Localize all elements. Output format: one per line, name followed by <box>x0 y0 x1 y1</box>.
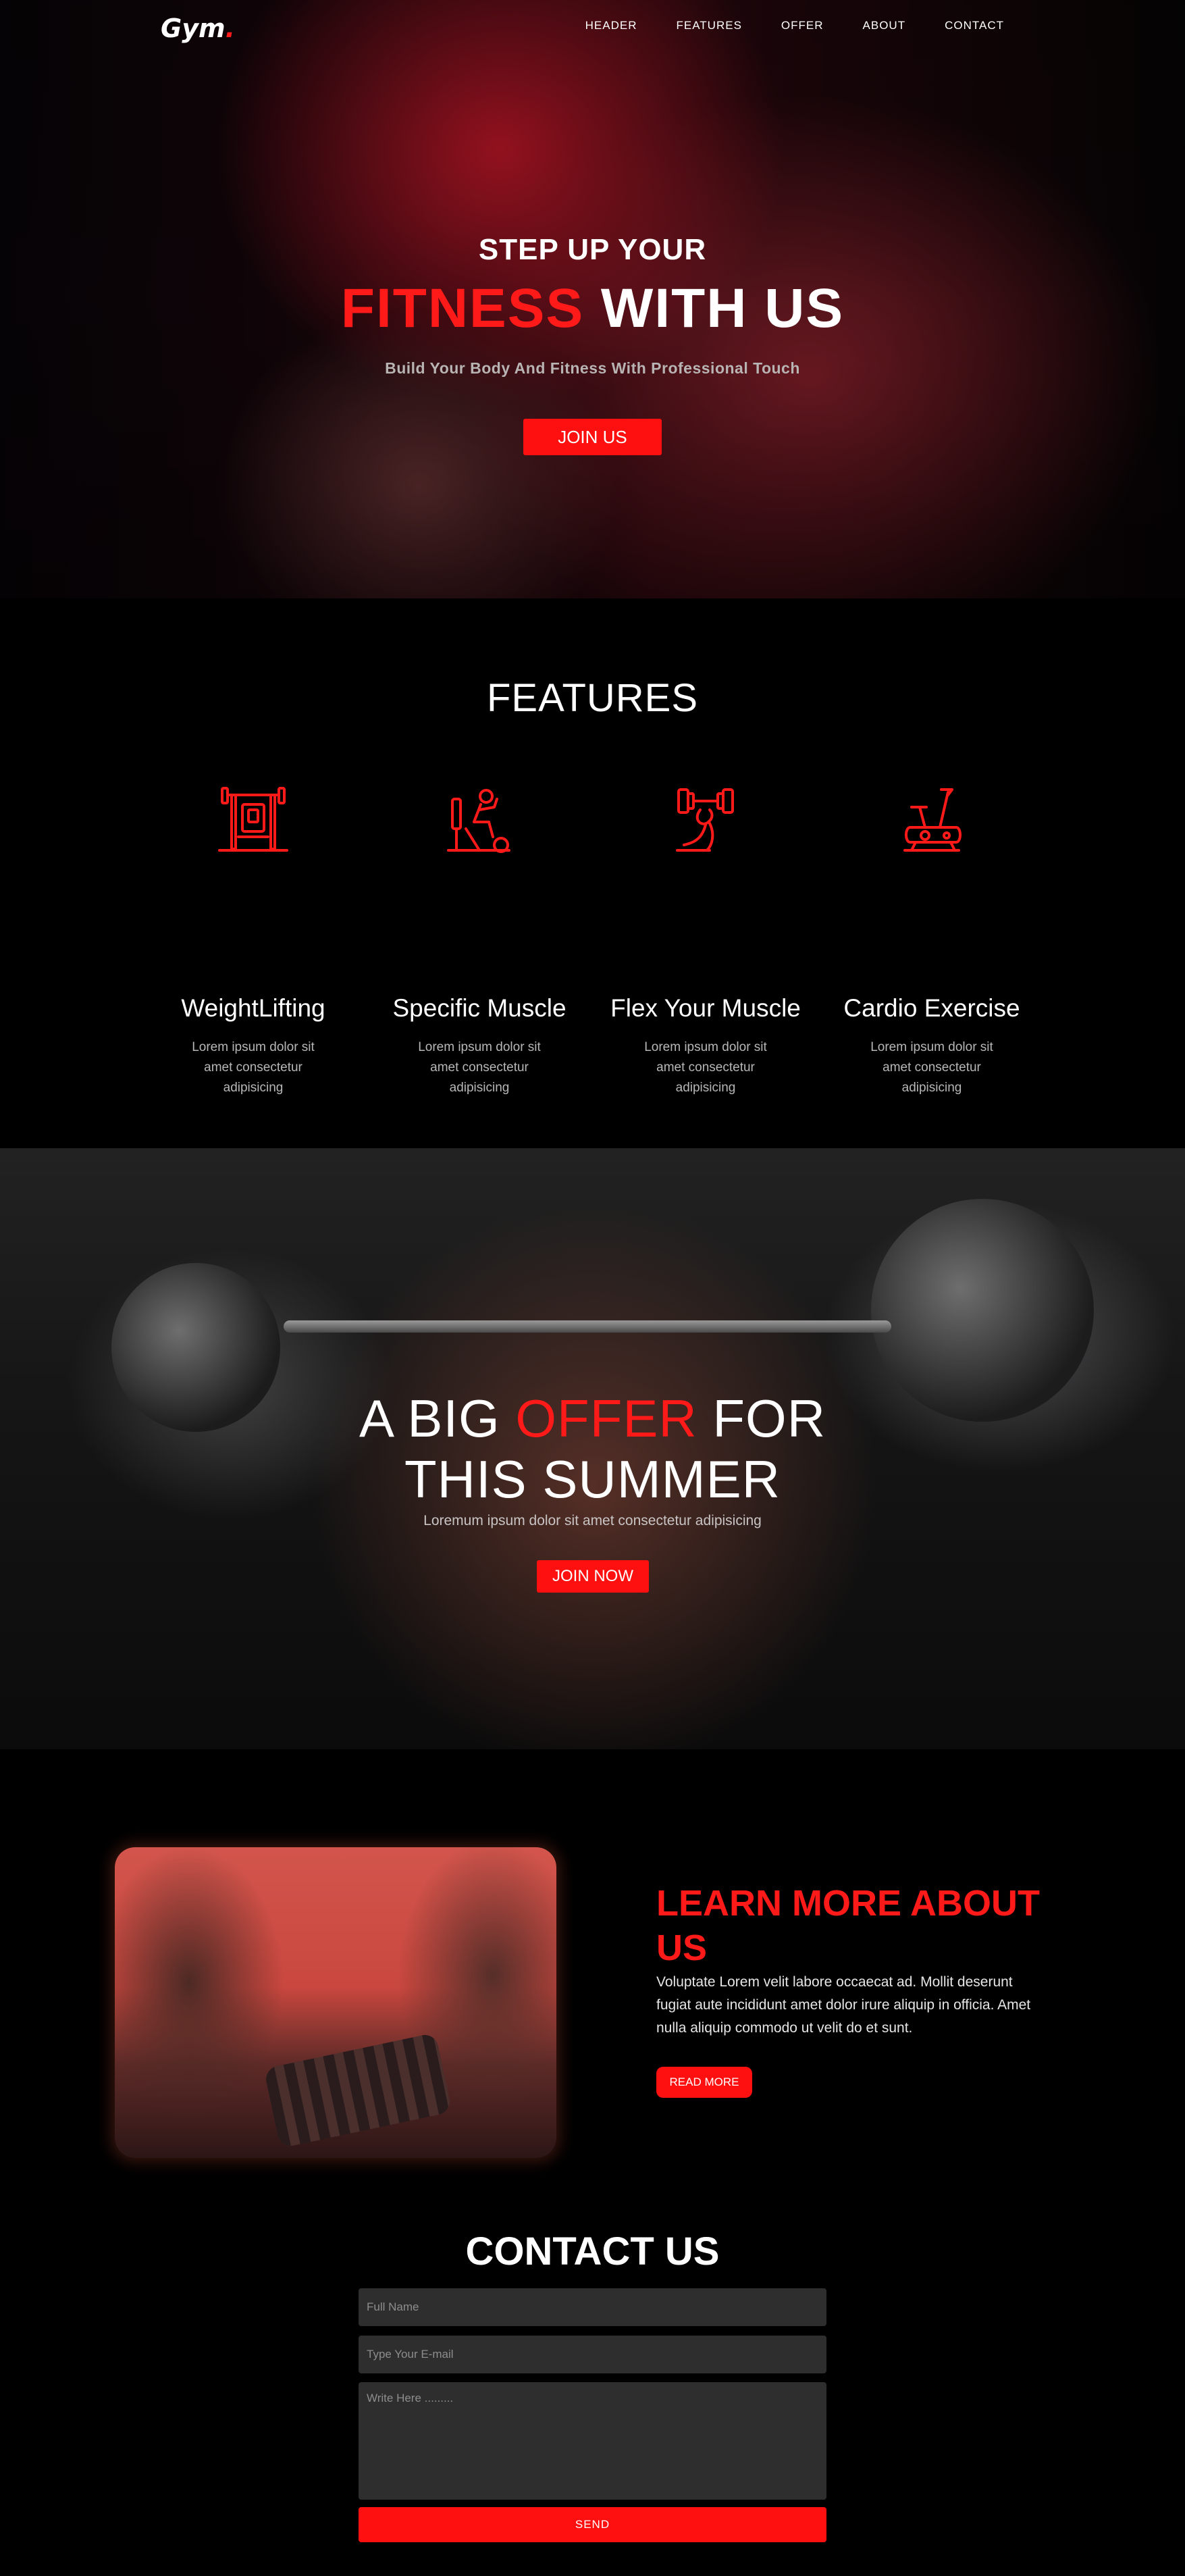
feature-text: Lorem ipsum dolor sit amet consectetur a… <box>870 1040 993 1095</box>
nav-item-offer[interactable]: OFFER <box>781 19 824 32</box>
feature-title: Flex Your Muscle <box>610 994 801 1022</box>
read-more-button[interactable]: READ MORE <box>656 2067 752 2098</box>
about-heading: LEARN MORE ABOUT US <box>656 1883 1040 1968</box>
message-textarea[interactable] <box>359 2382 826 2500</box>
feature-weightlifting: WeightLifting Lorem ipsum dolor sit amet… <box>152 780 354 1098</box>
feature-text: Lorem ipsum dolor sit amet consectetur a… <box>418 1040 541 1095</box>
flex-dumbbell-icon <box>676 788 734 852</box>
about-text: Voluptate Lorem velit labore occaecat ad… <box>656 1974 1031 2036</box>
hero-section: STEP UP YOUR FITNESS WITH US Build Your … <box>0 0 1185 598</box>
join-now-button[interactable]: JOIN NOW <box>537 1560 649 1593</box>
logo-text: Gym <box>161 14 226 43</box>
hero-subtitle: STEP UP YOUR <box>478 233 707 266</box>
hero-title-highlight: FITNESS <box>340 278 585 339</box>
join-us-button[interactable]: JOIN US <box>523 419 662 455</box>
top-navigation: Gym. HEADER FEATURES OFFER ABOUT CONTACT <box>0 0 1185 54</box>
exercise-bike-icon <box>903 788 962 852</box>
feature-title: WeightLifting <box>181 994 325 1022</box>
contact-heading: CONTACT US <box>465 2230 720 2273</box>
nav-item-features[interactable]: FEATURES <box>677 19 742 32</box>
exercise-machine-icon <box>447 789 510 853</box>
nav-item-about[interactable]: ABOUT <box>863 19 906 32</box>
offer-title: A BIG OFFER FOR THIS SUMMER <box>0 1388 1185 1510</box>
email-input[interactable] <box>359 2336 826 2373</box>
hero-title: FITNESS WITH US <box>0 277 1185 340</box>
feature-text: Lorem ipsum dolor sit amet consectetur a… <box>644 1040 767 1095</box>
logo-dot: . <box>225 14 235 43</box>
about-image <box>115 1847 556 2158</box>
full-name-input[interactable] <box>359 2288 826 2326</box>
feature-title: Cardio Exercise <box>843 994 1020 1022</box>
offer-background-barbell <box>284 1320 891 1333</box>
feature-cardio: Cardio Exercise Lorem ipsum dolor sit am… <box>831 780 1033 1098</box>
nav-item-header[interactable]: HEADER <box>585 19 637 32</box>
logo[interactable]: Gym. <box>161 14 235 43</box>
feature-specific-muscle: Specific Muscle Lorem ipsum dolor sit am… <box>378 780 581 1098</box>
offer-title-part2: FOR <box>697 1389 826 1448</box>
offer-title-line2: THIS SUMMER <box>404 1449 781 1509</box>
hero-title-rest: WITH US <box>584 278 845 339</box>
feature-flex-muscle: Flex Your Muscle Lorem ipsum dolor sit a… <box>604 780 807 1098</box>
feature-title: Specific Muscle <box>392 994 567 1022</box>
features-heading: FEATURES <box>486 676 699 720</box>
feature-text: Lorem ipsum dolor sit amet consectetur a… <box>192 1040 315 1095</box>
about-image-dumbbell-rack <box>263 2032 452 2148</box>
send-button[interactable]: SEND <box>359 2507 826 2542</box>
offer-title-highlight: OFFER <box>515 1389 697 1448</box>
weight-bench-icon <box>218 787 288 852</box>
nav-menu: HEADER FEATURES OFFER ABOUT CONTACT <box>585 19 1004 32</box>
nav-item-contact[interactable]: CONTACT <box>945 19 1004 32</box>
hero-tagline: Build Your Body And Fitness With Profess… <box>385 359 800 377</box>
offer-title-part1: A BIG <box>359 1389 516 1448</box>
offer-description: Loremum ipsum dolor sit amet consectetur… <box>423 1513 762 1528</box>
